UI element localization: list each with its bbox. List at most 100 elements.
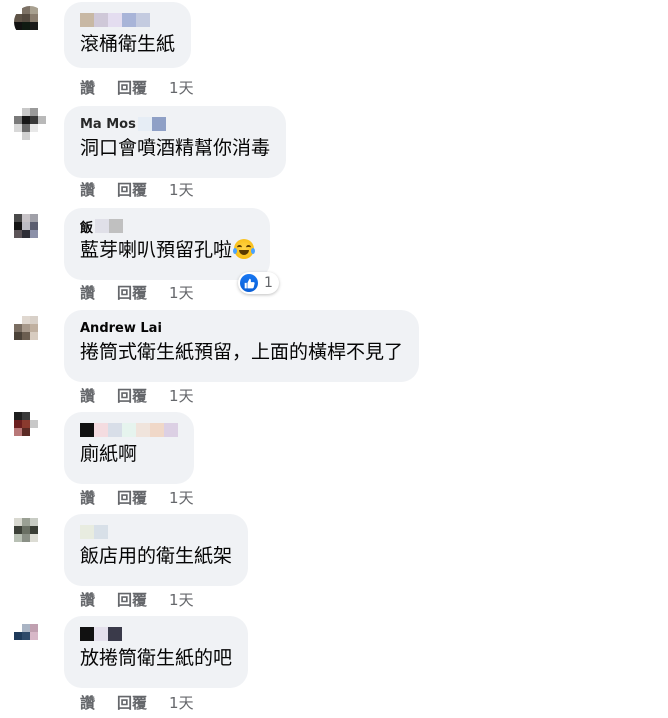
avatar[interactable]: [14, 624, 46, 656]
avatar[interactable]: [14, 214, 46, 246]
commenter-name[interactable]: Andrew Lai: [80, 318, 403, 338]
comment-text: 藍芽喇叭預留孔啦: [80, 236, 256, 264]
avatar[interactable]: [14, 108, 46, 140]
reply-button[interactable]: 回覆: [117, 179, 147, 200]
commenter-name-text: 飯: [80, 220, 94, 236]
avatar-pixel: [14, 214, 22, 222]
commenter-name[interactable]: [80, 10, 175, 30]
avatar-pixel: [38, 108, 46, 116]
redacted-name-block: [80, 13, 94, 27]
timestamp[interactable]: 1天: [169, 692, 194, 713]
avatar-pixel: [38, 22, 46, 30]
timestamp[interactable]: 1天: [169, 385, 194, 406]
redacted-name-block: [80, 627, 94, 641]
redacted-name-block: [108, 627, 122, 641]
reaction-count: 1: [264, 275, 273, 291]
reaction-summary[interactable]: 1: [238, 272, 279, 294]
comment-item: Andrew Lai 捲筒式衛生紙預留，上面的橫桿不見了 讚 回覆 1天: [0, 306, 668, 408]
comment-bubble: 飯 藍芽喇叭預留孔啦: [64, 208, 271, 280]
timestamp[interactable]: 1天: [169, 77, 194, 98]
reply-button[interactable]: 回覆: [117, 692, 147, 713]
redacted-name-block: [94, 627, 108, 641]
like-button[interactable]: 讚: [80, 589, 95, 610]
avatar[interactable]: [14, 518, 46, 550]
avatar-pixel: [30, 632, 38, 640]
redacted-name-block: [108, 13, 122, 27]
comment-text: 廁紙啊: [80, 443, 138, 465]
commenter-name[interactable]: [80, 420, 178, 440]
avatar-pixel: [30, 526, 38, 534]
comment-actions: 讚 回覆 1天: [80, 385, 194, 405]
avatar-pixel: [38, 436, 46, 444]
timestamp[interactable]: 1天: [169, 282, 194, 303]
avatar-pixel: [14, 332, 22, 340]
redacted-name-block: [108, 423, 122, 437]
like-button[interactable]: 讚: [80, 385, 95, 406]
redacted-name-block: [137, 117, 152, 131]
reply-button[interactable]: 回覆: [117, 77, 147, 98]
reply-button[interactable]: 回覆: [117, 487, 147, 508]
redacted-name-block: [94, 13, 108, 27]
comment-bubble: Andrew Lai 捲筒式衛生紙預留，上面的橫桿不見了: [64, 310, 420, 382]
avatar-pixel: [30, 316, 38, 324]
avatar-pixel: [30, 22, 38, 30]
avatar-pixel: [22, 526, 30, 534]
avatar-pixel: [22, 108, 30, 116]
avatar-pixel: [38, 124, 46, 132]
avatar-pixel: [22, 222, 30, 230]
avatar[interactable]: [14, 316, 46, 348]
avatar-pixel: [22, 648, 30, 656]
timestamp[interactable]: 1天: [169, 589, 194, 610]
avatar-pixel: [22, 124, 30, 132]
like-button[interactable]: 讚: [80, 282, 95, 303]
comment-actions: 讚 回覆 1天: [80, 487, 194, 507]
avatar-pixel: [22, 14, 30, 22]
avatar-pixel: [14, 22, 22, 30]
avatar-pixel: [22, 412, 30, 420]
like-button[interactable]: 讚: [80, 179, 95, 200]
commenter-name-text: Andrew Lai: [80, 320, 162, 336]
avatar-pixel: [38, 14, 46, 22]
commenter-name[interactable]: [80, 522, 232, 542]
reply-button[interactable]: 回覆: [117, 385, 147, 406]
avatar-pixel: [38, 324, 46, 332]
like-button[interactable]: 讚: [80, 77, 95, 98]
avatar-pixel: [30, 518, 38, 526]
avatar-pixel: [38, 534, 46, 542]
avatar-pixel: [22, 214, 30, 222]
avatar-pixel: [14, 534, 22, 542]
redacted-name-block: [122, 13, 136, 27]
commenter-name[interactable]: [80, 624, 232, 644]
avatar-pixel: [14, 640, 22, 648]
avatar-pixel: [38, 238, 46, 246]
redacted-name-block: [95, 219, 110, 233]
reply-button[interactable]: 回覆: [117, 282, 147, 303]
reply-button[interactable]: 回覆: [117, 589, 147, 610]
timestamp[interactable]: 1天: [169, 487, 194, 508]
like-reaction-icon: [240, 274, 258, 292]
avatar-pixel: [30, 6, 38, 14]
avatar-pixel: [30, 648, 38, 656]
like-button[interactable]: 讚: [80, 692, 95, 713]
avatar[interactable]: [14, 6, 46, 38]
avatar-pixel: [14, 132, 22, 140]
commenter-name[interactable]: 飯: [80, 216, 254, 236]
avatar-pixel: [30, 340, 38, 348]
avatar-pixel: [14, 428, 22, 436]
avatar-pixel: [30, 238, 38, 246]
avatar-pixel: [38, 116, 46, 124]
avatar-pixel: [14, 316, 22, 324]
avatar-pixel: [14, 340, 22, 348]
laughing-tears-emoji-icon: [233, 239, 256, 259]
like-button[interactable]: 讚: [80, 487, 95, 508]
avatar-pixel: [14, 116, 22, 124]
avatar-pixel: [30, 108, 38, 116]
avatar-pixel: [38, 542, 46, 550]
avatar-pixel: [14, 124, 22, 132]
timestamp[interactable]: 1天: [169, 179, 194, 200]
avatar-pixel: [14, 518, 22, 526]
commenter-name[interactable]: Ma Mos: [80, 114, 270, 134]
avatar[interactable]: [14, 412, 46, 444]
avatar-pixel: [38, 648, 46, 656]
comment-bubble: Ma Mos 洞口會噴酒精幫你消毒: [64, 106, 287, 178]
